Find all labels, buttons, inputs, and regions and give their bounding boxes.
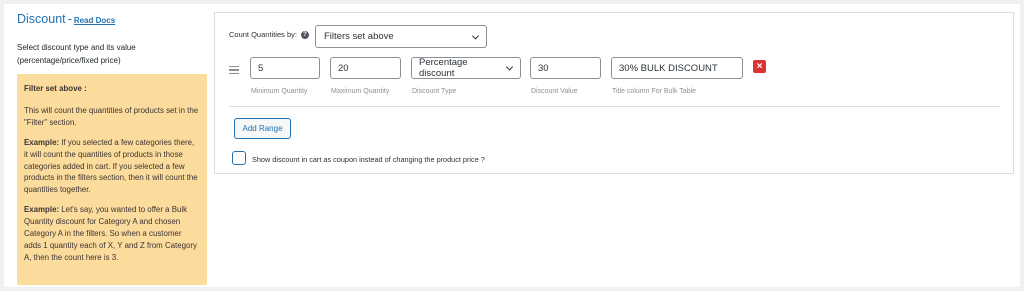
count-quantities-value: Filters set above <box>324 31 394 42</box>
remove-range-button[interactable]: × <box>753 60 766 73</box>
coupon-checkbox-label: Show discount in cart as coupon instead … <box>252 155 485 164</box>
note-example-1: Example: If you selected a few categorie… <box>24 137 200 197</box>
chevron-down-icon <box>471 31 480 40</box>
discount-info-column: Discount - Read Docs Select discount typ… <box>17 12 212 285</box>
count-quantities-select[interactable]: Filters set above <box>315 25 487 48</box>
discount-ranges-panel: Count Quantities by: ? Filters set above… <box>214 12 1014 174</box>
discount-value-input[interactable]: 30 <box>530 57 601 79</box>
note-paragraph: This will count the quantities of produc… <box>24 105 199 127</box>
read-docs-link[interactable]: Read Docs <box>74 16 115 25</box>
discount-settings-card: Discount - Read Docs Select discount typ… <box>4 4 1020 287</box>
note-heading: Filter set above : <box>24 84 87 93</box>
help-icon[interactable]: ? <box>300 30 309 39</box>
drag-handle-icon[interactable] <box>229 66 239 74</box>
divider <box>229 106 1000 107</box>
section-header: Discount - Read Docs <box>17 12 212 34</box>
discount-type-label: Discount Type <box>412 88 457 95</box>
title-separator: - <box>67 12 72 26</box>
section-title: Discount <box>17 12 66 26</box>
example-label: Example: <box>24 137 60 147</box>
count-quantities-text: Count Quantities by: <box>229 30 297 39</box>
coupon-checkbox[interactable] <box>232 151 246 165</box>
discount-type-value: Percentage discount <box>419 57 468 79</box>
minimum-quantity-input[interactable]: 5 <box>250 57 320 79</box>
minimum-quantity-label: Minimum Quantity <box>251 88 308 95</box>
section-description: Select discount type and its value (perc… <box>17 43 136 65</box>
maximum-quantity-input[interactable]: 20 <box>330 57 401 79</box>
filter-help-note: Filter set above : This will count the q… <box>17 74 207 285</box>
discount-type-select[interactable]: Percentage discount <box>411 57 521 79</box>
discount-value-label: Discount Value <box>531 88 578 95</box>
count-quantities-label: Count Quantities by: ? <box>229 30 309 39</box>
chevron-down-icon <box>505 63 514 71</box>
example-label: Example: <box>24 205 60 215</box>
maximum-quantity-label: Maximum Quantity <box>331 88 390 95</box>
add-range-button[interactable]: Add Range <box>234 118 291 139</box>
note-example-2: Example: Let's say, you wanted to offer … <box>24 204 200 264</box>
bulk-table-title-label: Title column For Bulk Table <box>612 88 697 95</box>
bulk-table-title-input[interactable]: 30% BULK DISCOUNT <box>611 57 743 79</box>
